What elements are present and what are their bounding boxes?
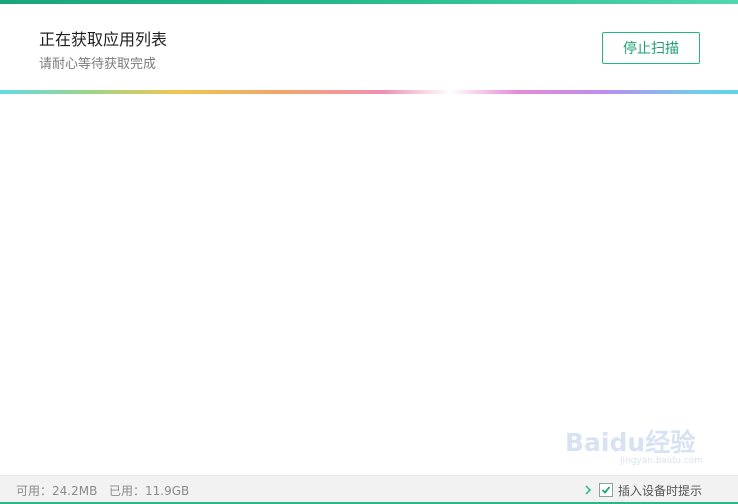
baidu-watermark-logo: Baidu经验 jingyan.baidu.com: [565, 420, 704, 470]
app-window: 正在获取应用列表 请耐心等待获取完成 停止扫描 Baidu经验 jingyan.…: [0, 0, 738, 504]
watermark-brand-text: Baidu经验: [565, 428, 696, 457]
page-title: 正在获取应用列表: [39, 30, 168, 49]
watermark-url-text: jingyan.baidu.com: [620, 456, 704, 466]
stop-scan-button[interactable]: 停止扫描: [602, 32, 700, 64]
status-footer: 可用：24.2MB 已用：11.9GB 插入设备时提示: [0, 475, 738, 504]
storage-available: 可用：24.2MB: [16, 484, 98, 498]
chevron-right-icon[interactable]: [583, 483, 593, 497]
notify-on-connect-checkbox[interactable]: [599, 483, 613, 497]
storage-used: 已用：11.9GB: [109, 484, 190, 498]
notify-on-connect-label[interactable]: 插入设备时提示: [618, 483, 702, 499]
app-list-area: [0, 94, 738, 475]
checkmark-icon: [601, 486, 611, 494]
scan-header: 正在获取应用列表 请耐心等待获取完成 停止扫描: [0, 4, 738, 90]
page-subtitle: 请耐心等待获取完成: [39, 57, 157, 72]
